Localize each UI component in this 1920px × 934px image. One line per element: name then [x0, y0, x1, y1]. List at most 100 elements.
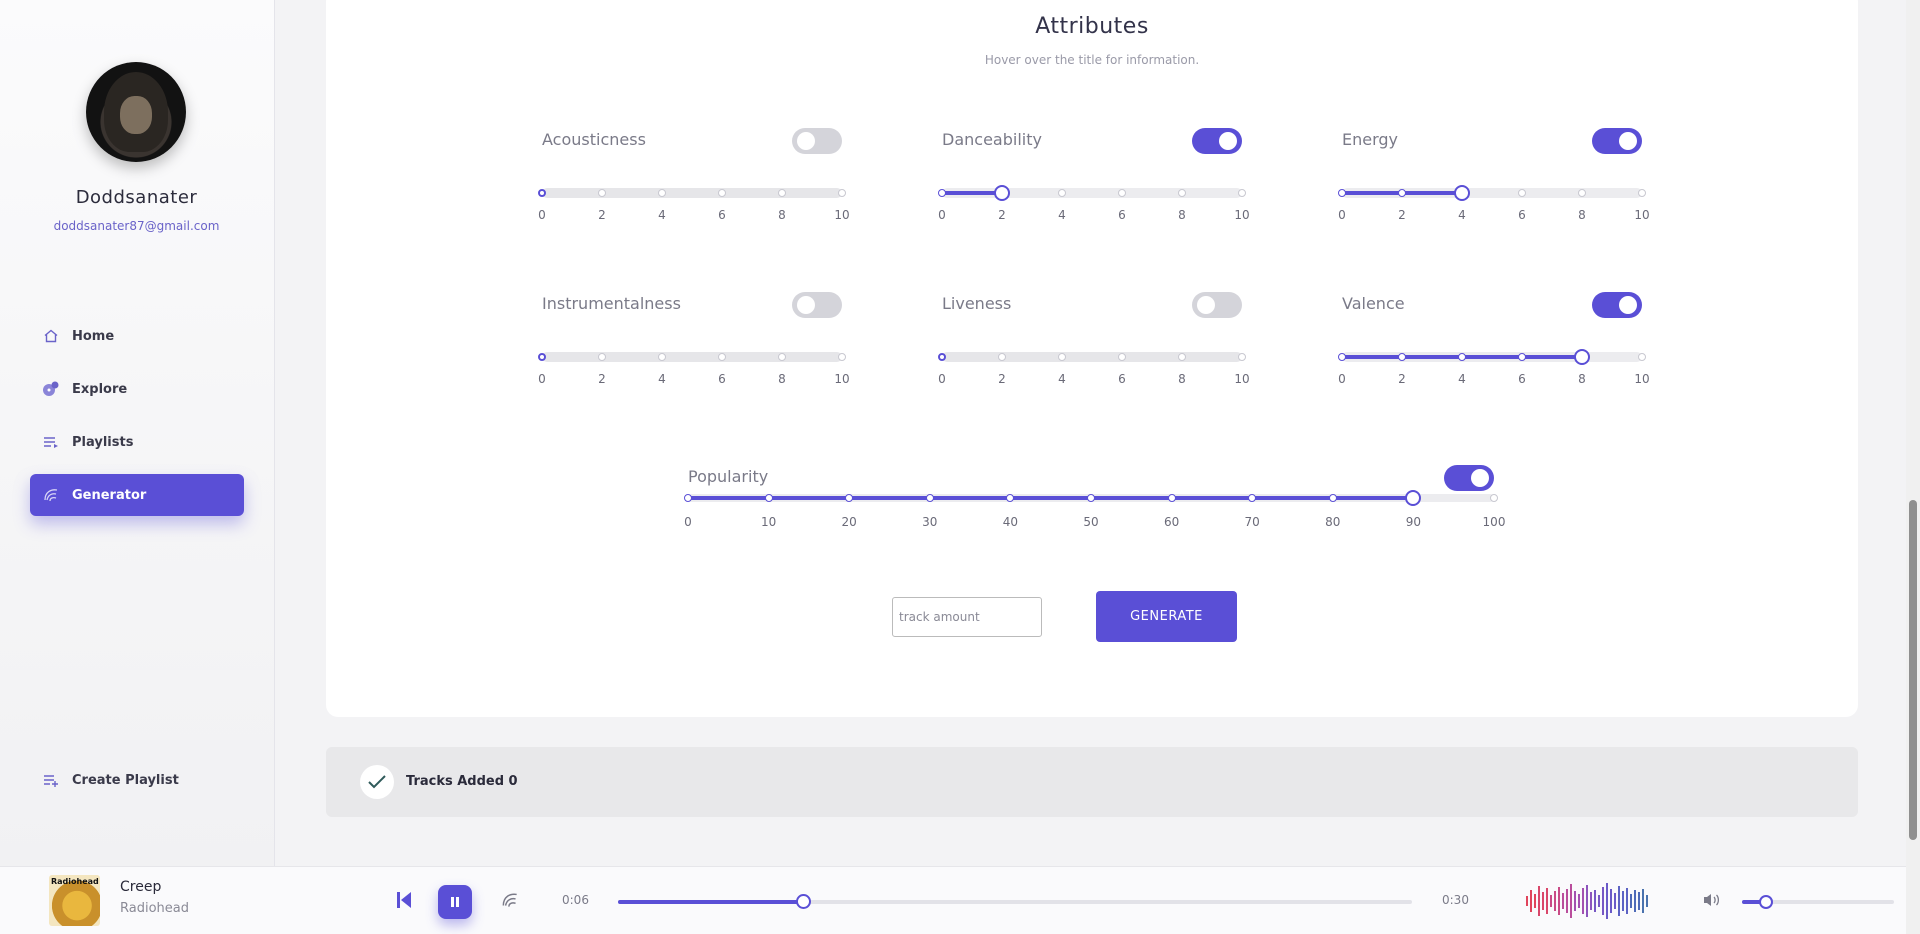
popularity-tick-label: 90	[1405, 515, 1422, 529]
popularity-slider-stop	[845, 494, 854, 502]
generator-icon	[502, 893, 517, 907]
energy-label[interactable]: Energy	[1342, 130, 1398, 149]
progress-thumb[interactable]	[796, 894, 812, 909]
waveform-bar	[1558, 887, 1560, 915]
danceability-slider-stop	[938, 189, 946, 197]
popularity-tick-label: 100	[1482, 515, 1506, 529]
valence-tick-label: 10	[1634, 372, 1650, 386]
volume-slider[interactable]	[1742, 895, 1894, 909]
song-title: Creep	[120, 879, 162, 895]
avatar[interactable]	[86, 62, 186, 162]
liveness-toggle[interactable]	[1192, 292, 1242, 318]
progress-bar[interactable]	[618, 894, 1412, 909]
energy-ticks: 0 2 4 6 8 10	[1338, 208, 1649, 222]
danceability-slider-fill	[942, 191, 1002, 195]
waveform-bar	[1606, 883, 1608, 919]
acousticness-label[interactable]: Acousticness	[542, 130, 646, 149]
liveness-slider[interactable]	[938, 352, 1246, 362]
popularity-slider-thumb[interactable]	[1405, 490, 1422, 506]
popularity-tick-label: 60	[1163, 515, 1180, 529]
waveform-bar	[1526, 896, 1528, 906]
instrumentalness-slider-stop	[598, 353, 606, 361]
danceability-toggle[interactable]	[1192, 128, 1242, 154]
instrumentalness-slider[interactable]	[538, 352, 846, 362]
acousticness-tick-label: 2	[598, 208, 606, 222]
liveness-slider-stop	[998, 353, 1006, 361]
generate-button[interactable]: GENERATE	[1096, 591, 1237, 642]
popularity-slider-stop	[764, 494, 773, 502]
liveness-slider-thumb[interactable]	[938, 353, 946, 361]
nav-playlists-label: Playlists	[72, 434, 134, 450]
waveform-bar	[1562, 893, 1564, 909]
nav-explore[interactable]: Explore	[30, 368, 244, 410]
create-playlist-label: Create Playlist	[72, 772, 179, 788]
track-amount-input[interactable]	[892, 597, 1042, 637]
album-cover[interactable]: Radiohead	[49, 875, 100, 926]
instrumentalness-slider-thumb[interactable]	[538, 353, 546, 361]
nav-generator-label: Generator	[72, 487, 147, 503]
danceability-tick-label: 6	[1118, 208, 1126, 222]
valence-label[interactable]: Valence	[1342, 294, 1405, 313]
nav-generator[interactable]: Generator	[30, 474, 244, 516]
energy-toggle[interactable]	[1592, 128, 1642, 154]
sidebar: Doddsanater doddsanater87@gmail.com Home…	[0, 0, 275, 866]
instrumentalness-toggle[interactable]	[792, 292, 842, 318]
danceability-ticks: 0 2 4 6 8 10	[938, 208, 1249, 222]
generator-icon	[42, 486, 60, 504]
waveform-bar	[1646, 895, 1648, 907]
liveness-tick-label: 8	[1178, 372, 1186, 386]
volume-thumb[interactable]	[1759, 895, 1774, 909]
liveness-tick-label: 2	[998, 372, 1006, 386]
explore-icon	[42, 380, 60, 398]
nav-home[interactable]: Home	[30, 315, 244, 357]
danceability-slider-thumb[interactable]	[994, 185, 1010, 201]
popularity-label[interactable]: Popularity	[688, 467, 768, 486]
popularity-slider[interactable]	[684, 490, 1498, 506]
create-playlist-button[interactable]: Create Playlist	[30, 759, 244, 801]
user-email: doddsanater87@gmail.com	[53, 219, 220, 233]
danceability-slider[interactable]	[938, 185, 1246, 201]
acousticness-slider[interactable]	[538, 188, 846, 198]
liveness-label[interactable]: Liveness	[942, 294, 1011, 313]
energy-slider-stop	[1518, 189, 1526, 197]
liveness-ticks: 0 2 4 6 8 10	[938, 372, 1249, 386]
energy-tick-label: 4	[1458, 208, 1466, 222]
waveform-bar	[1626, 888, 1628, 914]
danceability-tick-label: 4	[1058, 208, 1066, 222]
instrumentalness-label[interactable]: Instrumentalness	[542, 294, 681, 313]
valence-slider[interactable]	[1338, 349, 1646, 365]
popularity-slider-stop	[684, 494, 692, 502]
popularity-toggle[interactable]	[1444, 465, 1494, 491]
acousticness-tick-label: 8	[778, 208, 786, 222]
waveform-bar	[1638, 892, 1640, 910]
volume-button[interactable]	[1703, 892, 1721, 912]
instrumentalness-slider-stop	[658, 353, 666, 361]
valence-slider-thumb[interactable]	[1574, 349, 1590, 365]
waveform-bar	[1630, 894, 1632, 908]
liveness-tick-label: 10	[1234, 372, 1250, 386]
valence-tick-label: 8	[1578, 372, 1586, 386]
generator-shortcut-button[interactable]	[500, 890, 520, 914]
page-scrollbar[interactable]	[1906, 0, 1920, 934]
popularity-tick-label: 0	[684, 515, 692, 529]
waveform-bar	[1542, 892, 1544, 910]
liveness-tick-label: 6	[1118, 372, 1126, 386]
danceability-slider-stop	[1238, 189, 1246, 197]
tracks-added-text: Tracks Added 0	[406, 774, 518, 789]
energy-slider-thumb[interactable]	[1454, 185, 1470, 201]
artist-name: Radiohead	[120, 901, 189, 916]
valence-toggle[interactable]	[1592, 292, 1642, 318]
danceability-label[interactable]: Danceability	[942, 130, 1042, 149]
acousticness-slider-thumb[interactable]	[538, 189, 546, 197]
pause-button[interactable]	[438, 885, 472, 919]
skip-back-icon	[397, 892, 411, 908]
energy-slider[interactable]	[1338, 185, 1646, 201]
nav-playlists[interactable]: Playlists	[30, 421, 244, 463]
nav-explore-label: Explore	[72, 381, 128, 397]
acousticness-toggle[interactable]	[792, 128, 842, 154]
scrollbar-thumb[interactable]	[1909, 500, 1917, 840]
previous-button[interactable]	[396, 891, 412, 913]
popularity-slider-stop	[1248, 494, 1257, 502]
waveform-bar	[1530, 890, 1532, 912]
album-cover-text: Radiohead	[51, 877, 99, 886]
